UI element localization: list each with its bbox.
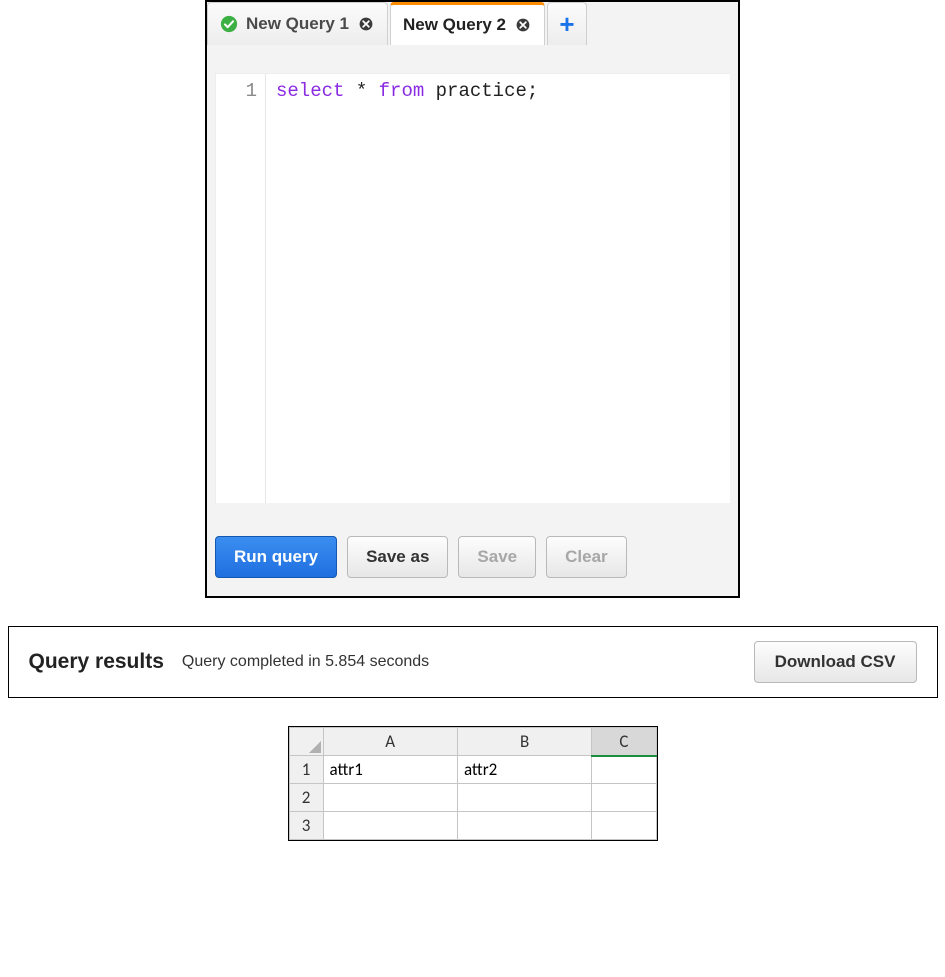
table-row: 1 attr1 attr2 — [289, 756, 656, 784]
tab-query-1[interactable]: New Query 1 — [207, 2, 388, 45]
table-row: 2 — [289, 784, 656, 812]
tab-query-2[interactable]: New Query 2 — [390, 2, 545, 45]
code-text: * — [344, 80, 378, 102]
results-title: Query results — [29, 650, 164, 674]
row-header[interactable]: 1 — [289, 756, 323, 784]
cell[interactable]: attr1 — [323, 756, 457, 784]
save-as-button[interactable]: Save as — [347, 536, 448, 578]
cell[interactable] — [457, 784, 591, 812]
table-row: 3 — [289, 812, 656, 840]
tab-strip: New Query 1 New Query 2 + — [207, 2, 738, 45]
clear-button[interactable]: Clear — [546, 536, 627, 578]
cell[interactable] — [592, 784, 656, 812]
line-number: 1 — [216, 80, 257, 102]
run-query-button[interactable]: Run query — [215, 536, 337, 578]
keyword-select: select — [276, 80, 344, 102]
query-results-bar: Query results Query completed in 5.854 s… — [8, 626, 938, 698]
query-editor-panel: New Query 1 New Query 2 + 1 select * fro… — [205, 0, 740, 598]
editor-area: 1 select * from practice; — [207, 45, 738, 511]
code-text: practice; — [424, 80, 538, 102]
column-header-c[interactable]: C — [592, 728, 656, 756]
cell[interactable] — [592, 812, 656, 840]
cell[interactable] — [457, 812, 591, 840]
keyword-from: from — [379, 80, 425, 102]
code-content[interactable]: select * from practice; — [266, 74, 730, 503]
cell[interactable] — [323, 812, 457, 840]
line-gutter: 1 — [216, 74, 266, 503]
row-header[interactable]: 3 — [289, 812, 323, 840]
results-status: Query completed in 5.854 seconds — [182, 653, 736, 671]
row-header[interactable]: 2 — [289, 784, 323, 812]
cell[interactable] — [592, 756, 656, 784]
close-icon[interactable] — [514, 16, 532, 34]
save-button[interactable]: Save — [458, 536, 536, 578]
code-editor[interactable]: 1 select * from practice; — [215, 73, 730, 503]
close-icon[interactable] — [357, 15, 375, 33]
download-csv-button[interactable]: Download CSV — [754, 641, 917, 683]
column-header-a[interactable]: A — [323, 728, 457, 756]
cell[interactable]: attr2 — [457, 756, 591, 784]
tab-label: New Query 1 — [246, 14, 349, 34]
new-tab-button[interactable]: + — [547, 2, 587, 45]
plus-icon: + — [559, 9, 574, 40]
spreadsheet-panel: A B C 1 attr1 attr2 2 3 — [288, 726, 658, 841]
select-all-corner[interactable] — [289, 728, 323, 756]
tab-label: New Query 2 — [403, 15, 506, 35]
column-header-b[interactable]: B — [457, 728, 591, 756]
cell[interactable] — [323, 784, 457, 812]
success-icon — [220, 15, 238, 33]
spreadsheet[interactable]: A B C 1 attr1 attr2 2 3 — [289, 727, 657, 840]
editor-toolbar: Run query Save as Save Clear — [207, 511, 738, 596]
